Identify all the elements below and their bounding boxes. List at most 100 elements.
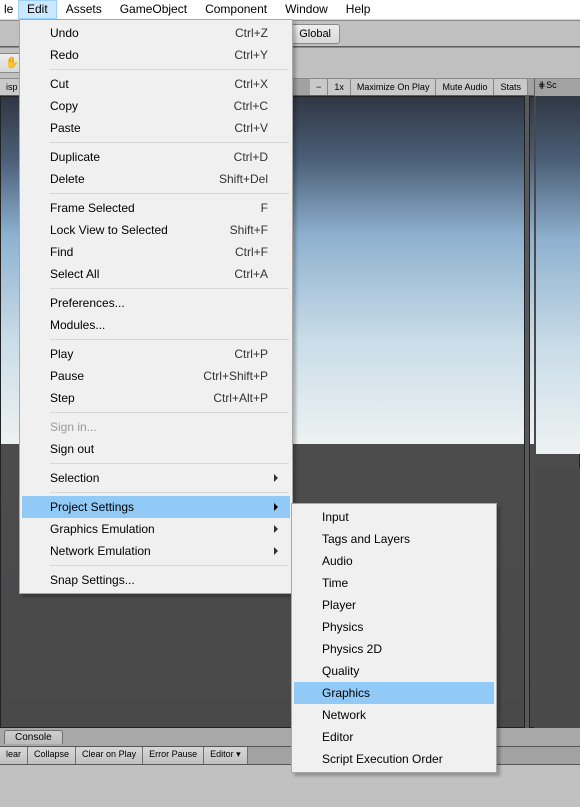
menu-item-label: Undo <box>50 26 235 40</box>
btn-global[interactable]: Global <box>290 24 340 44</box>
menu-item-preferences[interactable]: Preferences... <box>22 292 290 314</box>
menubar: leEditAssetsGameObjectComponentWindowHel… <box>0 0 580 20</box>
menu-item-play[interactable]: PlayCtrl+P <box>22 343 290 365</box>
menubar-item-gameobject[interactable]: GameObject <box>111 0 196 19</box>
menu-item-label: Graphics Emulation <box>50 522 268 536</box>
menu-item-redo[interactable]: RedoCtrl+Y <box>22 44 290 66</box>
btn-stats[interactable]: Stats <box>494 79 528 95</box>
menu-separator <box>50 339 289 340</box>
menubar-item-window[interactable]: Window <box>276 0 337 19</box>
menu-item-cut[interactable]: CutCtrl+X <box>22 73 290 95</box>
scale-label: 1x <box>328 79 351 95</box>
submenu-item-label: Script Execution Order <box>322 752 472 766</box>
menu-item-shortcut: Ctrl+P <box>234 347 268 361</box>
menu-item-label: Duplicate <box>50 150 234 164</box>
console-btn-clear-on-play[interactable]: Clear on Play <box>76 747 143 764</box>
submenu-item-label: Audio <box>322 554 472 568</box>
menu-separator <box>50 288 289 289</box>
menu-item-sign-out[interactable]: Sign out <box>22 438 290 460</box>
menu-item-label: Delete <box>50 172 219 186</box>
submenu-item-network[interactable]: Network <box>294 704 494 726</box>
menu-item-snap-settings[interactable]: Snap Settings... <box>22 569 290 591</box>
menu-item-label: Sign in... <box>50 420 268 434</box>
console-btn-editor-[interactable]: Editor ▾ <box>204 747 248 764</box>
menu-item-step[interactable]: StepCtrl+Alt+P <box>22 387 290 409</box>
menu-item-lock-view-to-selected[interactable]: Lock View to SelectedShift+F <box>22 219 290 241</box>
panel-splitter[interactable] <box>524 96 530 728</box>
console-btn-collapse[interactable]: Collapse <box>28 747 76 764</box>
menu-separator <box>50 492 289 493</box>
submenu-item-label: Physics 2D <box>322 642 472 656</box>
submenu-item-input[interactable]: Input <box>294 506 494 528</box>
submenu-item-label: Quality <box>322 664 472 678</box>
menu-separator <box>50 142 289 143</box>
menu-item-label: Pause <box>50 369 203 383</box>
console-btn-lear[interactable]: lear <box>0 747 28 764</box>
menubar-item-help[interactable]: Help <box>337 0 380 19</box>
submenu-item-label: Graphics <box>322 686 472 700</box>
menu-item-paste[interactable]: PasteCtrl+V <box>22 117 290 139</box>
menu-item-selection[interactable]: Selection <box>22 467 290 489</box>
menu-separator <box>50 565 289 566</box>
menu-item-label: Lock View to Selected <box>50 223 230 237</box>
menu-separator <box>50 69 289 70</box>
zoom-out[interactable]: − <box>310 79 328 95</box>
submenu-item-label: Physics <box>322 620 472 634</box>
submenu-item-player[interactable]: Player <box>294 594 494 616</box>
submenu-item-quality[interactable]: Quality <box>294 660 494 682</box>
menu-item-duplicate[interactable]: DuplicateCtrl+D <box>22 146 290 168</box>
menu-item-label: Project Settings <box>50 500 268 514</box>
submenu-item-graphics[interactable]: Graphics <box>294 682 494 704</box>
menu-item-label: Select All <box>50 267 234 281</box>
submenu-item-label: Network <box>322 708 472 722</box>
menu-item-frame-selected[interactable]: Frame SelectedF <box>22 197 290 219</box>
submenu-item-physics[interactable]: Physics <box>294 616 494 638</box>
menu-item-modules[interactable]: Modules... <box>22 314 290 336</box>
menu-item-network-emulation[interactable]: Network Emulation <box>22 540 290 562</box>
menu-item-label: Snap Settings... <box>50 573 268 587</box>
menu-item-shortcut: Shift+Del <box>219 172 268 186</box>
menu-item-shortcut: Ctrl+Alt+P <box>213 391 268 405</box>
scene-ground <box>534 468 580 728</box>
menu-item-undo[interactable]: UndoCtrl+Z <box>22 22 290 44</box>
submenu-item-editor[interactable]: Editor <box>294 726 494 748</box>
menu-item-graphics-emulation[interactable]: Graphics Emulation <box>22 518 290 540</box>
btn-mute-audio[interactable]: Mute Audio <box>436 79 494 95</box>
menu-item-shortcut: Ctrl+X <box>234 77 268 91</box>
submenu-item-label: Editor <box>322 730 472 744</box>
menu-item-select-all[interactable]: Select AllCtrl+A <box>22 263 290 285</box>
menu-item-shortcut: Shift+F <box>230 223 268 237</box>
menubar-item-assets[interactable]: Assets <box>57 0 111 19</box>
submenu-item-physics-2d[interactable]: Physics 2D <box>294 638 494 660</box>
console-btn-error-pause[interactable]: Error Pause <box>143 747 204 764</box>
menu-item-shortcut: F <box>261 201 268 215</box>
menu-item-delete[interactable]: DeleteShift+Del <box>22 168 290 190</box>
submenu-item-tags-and-layers[interactable]: Tags and Layers <box>294 528 494 550</box>
menu-item-shortcut: Ctrl+V <box>234 121 268 135</box>
menu-item-shortcut: Ctrl+Z <box>235 26 268 40</box>
menu-item-label: Selection <box>50 471 268 485</box>
menu-item-find[interactable]: FindCtrl+F <box>22 241 290 263</box>
tab-console[interactable]: Console <box>4 730 63 744</box>
menu-item-project-settings[interactable]: Project Settings <box>22 496 290 518</box>
submenu-item-audio[interactable]: Audio <box>294 550 494 572</box>
menubar-item-le[interactable]: le <box>0 0 18 19</box>
btn-max-on-play[interactable]: Maximize On Play <box>351 79 437 95</box>
menubar-item-edit[interactable]: Edit <box>18 0 57 19</box>
menu-item-shortcut: Ctrl+Shift+P <box>203 369 268 383</box>
submenu-item-label: Input <box>322 510 472 524</box>
menu-item-shortcut: Ctrl+D <box>234 150 268 164</box>
menubar-item-component[interactable]: Component <box>196 0 276 19</box>
menu-item-pause[interactable]: PauseCtrl+Shift+P <box>22 365 290 387</box>
menu-item-label: Play <box>50 347 234 361</box>
menu-item-label: Redo <box>50 48 234 62</box>
menu-item-label: Network Emulation <box>50 544 268 558</box>
submenu-project-settings: Input Tags and Layers Audio Time Player Physi… <box>291 503 497 773</box>
submenu-item-label: Player <box>322 598 472 612</box>
submenu-item-label: Tags and Layers <box>322 532 472 546</box>
menu-item-shortcut: Ctrl+Y <box>234 48 268 62</box>
menu-item-label: Cut <box>50 77 234 91</box>
menu-item-copy[interactable]: CopyCtrl+C <box>22 95 290 117</box>
submenu-item-time[interactable]: Time <box>294 572 494 594</box>
submenu-item-script-execution-order[interactable]: Script Execution Order <box>294 748 494 770</box>
